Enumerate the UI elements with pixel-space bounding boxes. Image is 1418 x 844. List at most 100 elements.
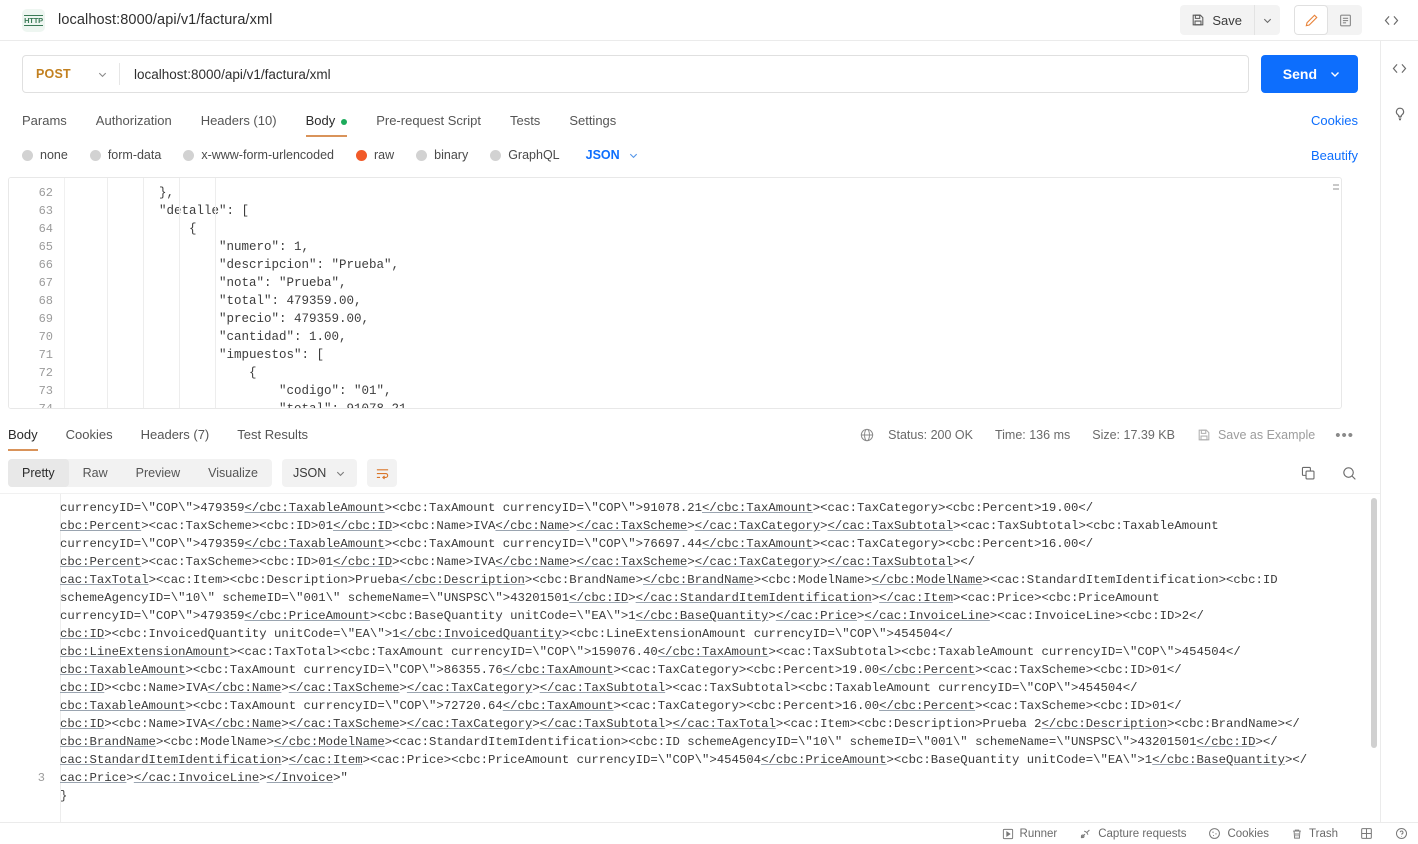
search-icon[interactable] [1341, 465, 1358, 482]
body-format-label: JSON [585, 148, 620, 162]
line-number: 64 [38, 222, 53, 236]
body-type-label: GraphQL [508, 148, 560, 162]
copy-icon[interactable] [1300, 465, 1317, 482]
body-type-label: binary [434, 148, 469, 162]
code-line: { [69, 222, 197, 236]
closing-brace-line: } [60, 789, 68, 803]
view-mode-label: Pretty [22, 466, 55, 480]
xml-line: cbc:TaxableAmount><cbc:TaxAmount currenc… [60, 663, 1182, 677]
size-label: Size: [1092, 428, 1121, 442]
ellipsis-icon[interactable]: ••• [1331, 427, 1358, 444]
tab-params[interactable]: Params [22, 107, 67, 137]
xml-line: schemeAgencyID=\"10\" schemeID=\"001\" s… [60, 591, 1160, 605]
time-label: Time: [994, 428, 1026, 442]
request-tab-bar: HTTP localhost:8000/api/v1/factura/xml S… [0, 0, 1418, 41]
tab-label: Tests [509, 113, 541, 128]
request-body-editor[interactable]: 62 63 64 65 66 67 68 69 70 71 72 73 74}… [8, 177, 1342, 409]
response-code-content: currencyID=\"COP\">479359</cbc:TaxableAm… [56, 494, 1380, 822]
view-mode-pretty[interactable]: Pretty [8, 459, 69, 487]
response-tab-test-results[interactable]: Test Results [237, 419, 308, 451]
xml-line: currencyID=\"COP\">479359</cbc:TaxableAm… [60, 537, 1094, 551]
save-as-example-label: Save as Example [1217, 428, 1316, 442]
body-type-x-www-form-urlencoded[interactable]: x-www-form-urlencoded [183, 148, 334, 162]
tab-label: Pre-request Script [376, 113, 481, 128]
document-icon [1338, 13, 1353, 28]
xml-line: cbc:ID><cbc:InvoicedQuantity unitCode=\"… [60, 627, 953, 641]
save-button[interactable]: Save [1180, 5, 1254, 35]
save-button-label: Save [1212, 12, 1242, 28]
response-body-viewer[interactable]: 3 currencyID=\"COP\">479359</cbc:Taxable… [0, 493, 1380, 822]
http-method-label: POST [36, 67, 71, 81]
trash-button[interactable]: Trash [1291, 828, 1338, 840]
request-panel: POST Send Params Authorization [0, 41, 1418, 409]
response-tab-cookies[interactable]: Cookies [66, 419, 113, 451]
documentation-mode-button[interactable] [1328, 5, 1362, 35]
body-type-none[interactable]: none [22, 148, 68, 162]
view-mode-visualize[interactable]: Visualize [194, 459, 272, 487]
word-wrap-toggle[interactable] [367, 459, 398, 487]
editor-scrollbar[interactable] [1333, 184, 1339, 194]
response-toolbar: Pretty Raw Preview Visualize JSON [0, 453, 1380, 493]
body-type-form-data[interactable]: form-data [89, 148, 161, 162]
globe-icon[interactable] [859, 427, 875, 443]
capture-requests-button[interactable]: Capture requests [1079, 827, 1186, 840]
body-type-graphql[interactable]: GraphQL [490, 148, 560, 162]
tab-label: Test Results [237, 427, 309, 442]
editor-content[interactable]: }, "detalle": [ { "numero": 1, "descripc… [65, 178, 1341, 408]
response-header-bar: Body Cookies Headers (7) Test Results St… [0, 417, 1380, 453]
response-tab-headers[interactable]: Headers (7) [141, 419, 210, 451]
radio-icon [22, 149, 33, 161]
xml-line: cac:Price></cac:InvoiceLine></Invoice>" [60, 771, 348, 785]
body-type-binary[interactable]: binary [416, 148, 468, 162]
body-type-raw[interactable]: raw [356, 148, 394, 162]
response-format-select[interactable]: JSON [281, 459, 358, 487]
tab-label: Settings [569, 113, 617, 128]
url-input[interactable] [120, 56, 1248, 92]
code-line: "cantidad": 1.00, [69, 330, 347, 344]
cookies-button[interactable]: Cookies [1208, 827, 1269, 840]
response-scrollbar[interactable] [1371, 498, 1377, 812]
chevron-down-icon [97, 69, 108, 80]
help-button[interactable] [1395, 827, 1408, 840]
code-line: "total": 91078.21, [65, 400, 1341, 408]
tab-authorization[interactable]: Authorization [96, 107, 172, 137]
response-tab-body[interactable]: Body [8, 419, 38, 451]
save-options-button[interactable] [1254, 5, 1280, 35]
line-number: 69 [38, 312, 53, 326]
tab-label: Body [8, 427, 38, 442]
tab-tests[interactable]: Tests [510, 107, 540, 137]
layout-toggle-button[interactable] [1360, 827, 1373, 840]
view-mode-preview[interactable]: Preview [122, 459, 194, 487]
save-as-example-button[interactable]: Save as Example [1197, 428, 1315, 442]
body-modified-dot [341, 118, 348, 125]
code-line: "total": 479359.00, [69, 294, 362, 308]
send-button[interactable]: Send [1260, 55, 1358, 93]
xml-line: cbc:ID><cbc:Name>IVA</cbc:Name></cac:Tax… [60, 717, 1300, 731]
cookies-label: Cookies [1227, 827, 1270, 840]
tab-settings[interactable]: Settings [569, 107, 616, 137]
request-cookies-link[interactable]: Cookies [1311, 113, 1358, 137]
edit-mode-button[interactable] [1294, 5, 1328, 35]
view-mode-label: Visualize [208, 466, 258, 480]
titlebar-code-button[interactable] [1372, 5, 1410, 35]
send-button-label: Send [1282, 66, 1317, 82]
tab-pre-request-script[interactable]: Pre-request Script [376, 107, 481, 137]
radio-icon [490, 149, 502, 161]
body-type-label: raw [374, 148, 395, 162]
xml-line: cbc:BrandName><cbc:ModelName></cbc:Model… [60, 735, 1278, 749]
capture-requests-label: Capture requests [1098, 827, 1187, 840]
tab-body[interactable]: Body [305, 107, 348, 137]
runner-button[interactable]: Runner [1002, 828, 1057, 840]
line-number: 65 [38, 240, 53, 254]
response-panel: Body Cookies Headers (7) Test Results St… [0, 409, 1380, 822]
view-mode-raw[interactable]: Raw [69, 459, 122, 487]
request-tab-title[interactable]: localhost:8000/api/v1/factura/xml [58, 12, 272, 28]
chevron-down-icon [628, 150, 639, 161]
xml-line: currencyID=\"COP\">479359</cbc:PriceAmou… [60, 609, 1204, 623]
body-format-select[interactable]: JSON [586, 148, 639, 162]
http-method-select[interactable]: POST [23, 56, 119, 92]
size-value: 17.39 KB [1123, 428, 1175, 442]
beautify-link[interactable]: Beautify [1311, 148, 1358, 163]
cookie-icon [1208, 827, 1221, 840]
tab-headers[interactable]: Headers (10) [201, 107, 277, 137]
